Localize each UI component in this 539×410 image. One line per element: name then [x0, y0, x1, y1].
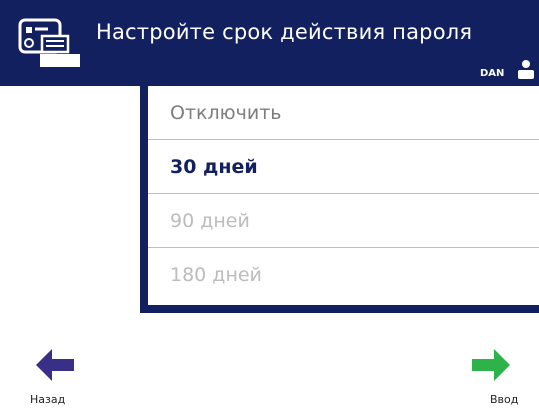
option-30-days[interactable]: 30 дней — [148, 140, 539, 194]
back-arrow-icon[interactable] — [34, 347, 76, 383]
back-button-label[interactable]: Назад — [30, 393, 65, 406]
user-icon — [518, 60, 534, 79]
header-bar: Настройте срок действия пароля DAN — [0, 0, 539, 86]
option-panel: Отключить 30 дней 90 дней 180 дней — [140, 86, 539, 313]
enter-arrow-icon[interactable] — [470, 347, 512, 383]
password-expiry-screen: Настройте срок действия пароля DAN Отклю… — [0, 0, 539, 410]
option-180-days: 180 дней — [170, 264, 262, 286]
option-90-days: 90 дней — [148, 194, 539, 248]
page-title: Настройте срок действия пароля — [96, 20, 473, 44]
enter-button-label[interactable]: Ввод — [490, 393, 518, 406]
password-settings-icon — [18, 18, 80, 67]
user-name: DAN — [480, 68, 505, 79]
option-list: Отключить 30 дней 90 дней 180 дней — [148, 86, 539, 305]
option-disable[interactable]: Отключить — [148, 86, 539, 140]
